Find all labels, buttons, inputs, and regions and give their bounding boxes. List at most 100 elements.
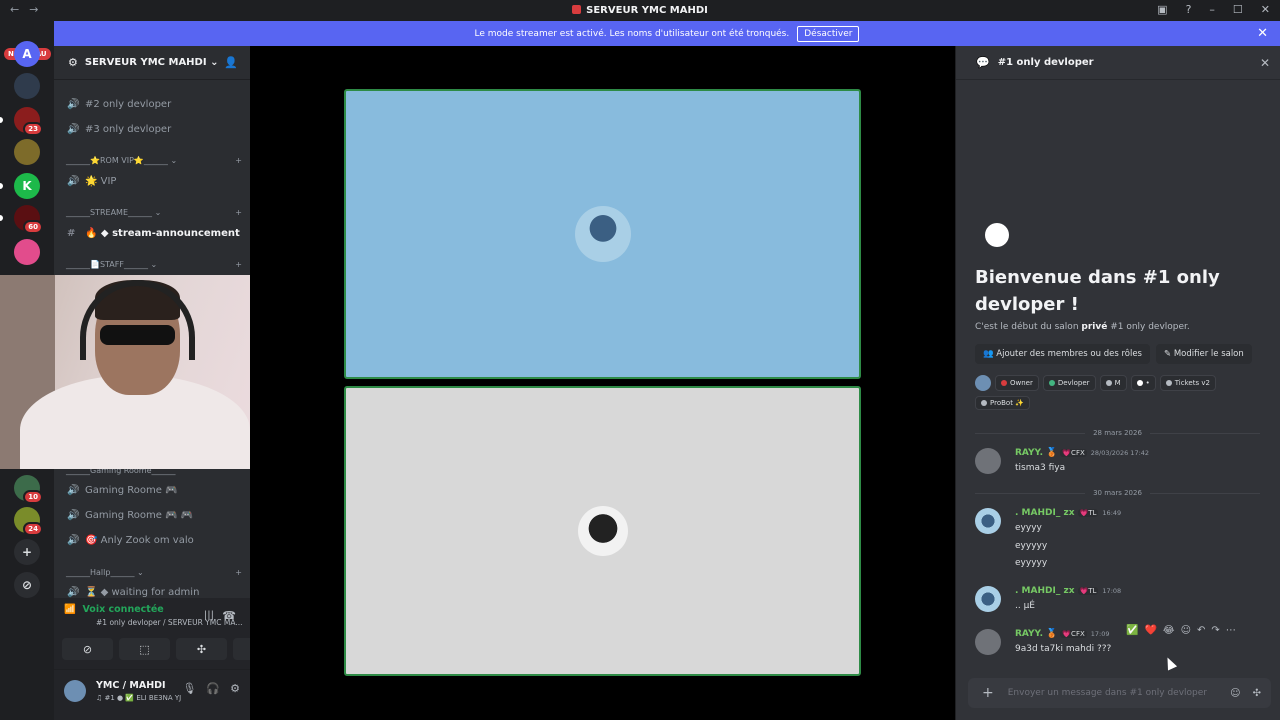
voice-icon: 🔊: [67, 98, 80, 110]
chat-header: 💬 #1 only devloper ✕: [956, 46, 1280, 80]
close-chat-icon[interactable]: ✕: [1260, 56, 1270, 70]
avatar[interactable]: [975, 448, 1001, 474]
channel-item-active[interactable]: # 🔥 ◆ stream-announcement: [62, 222, 242, 244]
settings-gear-icon[interactable]: ⚙: [230, 682, 240, 695]
category-header[interactable]: ______Hallp______ ⌄ +: [66, 568, 242, 577]
role-chip[interactable]: M: [1099, 375, 1127, 391]
forward-icon[interactable]: ↷: [1211, 625, 1219, 636]
role-chip[interactable]: •: [1130, 375, 1156, 391]
channel-label: #2 only devloper: [85, 98, 172, 110]
channel-item[interactable]: 🔊 🎯 Anly Zook om valo: [62, 529, 242, 551]
avatar[interactable]: [975, 629, 1001, 655]
microphone-icon[interactable]: 🎙: [182, 682, 196, 695]
participant-tile[interactable]: [344, 386, 861, 676]
laugh-reaction-icon[interactable]: 😂: [1163, 625, 1175, 636]
help-icon[interactable]: ?: [1186, 3, 1192, 16]
chat-bubble-icon: 💬: [976, 56, 990, 69]
server-icon-4[interactable]: [14, 139, 40, 165]
welcome-sub-bold: privé: [1081, 322, 1108, 332]
screen-share-button[interactable]: ⬚: [119, 638, 170, 660]
invite-icon[interactable]: 👤: [224, 56, 238, 69]
disable-streamer-button[interactable]: Désactiver: [797, 25, 860, 42]
add-channel-icon[interactable]: +: [235, 260, 242, 269]
check-reaction-icon[interactable]: ✅: [1126, 625, 1138, 636]
avatar[interactable]: [975, 508, 1001, 534]
server-icon-9[interactable]: 24: [14, 507, 43, 536]
user-controls: 🎙 🎧 ⚙: [182, 682, 240, 695]
author-name[interactable]: RAYY. 🥉: [1015, 448, 1057, 458]
channel-item[interactable]: 🔊 #3 only devloper: [62, 118, 242, 140]
message-input[interactable]: Envoyer un message dans #1 only devloper: [1008, 688, 1230, 698]
disconnect-icon[interactable]: ☎: [222, 609, 236, 622]
minimize-button[interactable]: –: [1209, 3, 1215, 16]
channel-label: ⏳ ◆ waiting for admin: [85, 586, 200, 598]
role-label: Owner: [1010, 379, 1033, 387]
channel-item[interactable]: 🔊 Gaming Roome 🎮: [62, 479, 242, 501]
add-members-button[interactable]: 👥 Ajouter des membres ou des rôles: [975, 344, 1150, 364]
chevron-down-icon: ⌄: [210, 57, 219, 68]
voice-icon: 🔊: [67, 123, 80, 135]
username[interactable]: YMC / MAHDI: [96, 680, 166, 691]
server-header[interactable]: ⚙ SERVEUR YMC MAHDI ⌄ 👤: [54, 46, 250, 80]
voice-channel-path[interactable]: #1 only devloper / SERVEUR YMC MA...: [96, 618, 242, 627]
add-channel-icon[interactable]: +: [235, 208, 242, 217]
close-icon[interactable]: ✕: [1257, 26, 1268, 41]
avatar[interactable]: [64, 680, 86, 702]
category-header[interactable]: ______⭐ROM VIP⭐______ ⌄ +: [66, 156, 242, 165]
emoji-icon[interactable]: ☺: [1230, 688, 1240, 699]
attach-plus-icon[interactable]: +: [982, 685, 994, 701]
banner-text: Le mode streamer est activé. Les noms d'…: [474, 28, 790, 39]
channel-label: 🌟 VIP: [85, 175, 117, 187]
add-reaction-icon[interactable]: ☺: [1181, 625, 1191, 636]
maximize-button[interactable]: ☐: [1233, 3, 1243, 16]
welcome-title: Bienvenue dans #1 only devloper !: [975, 267, 1220, 315]
reply-icon[interactable]: ↶: [1197, 625, 1205, 636]
server-icon-a[interactable]: A: [14, 41, 40, 67]
headphones-icon[interactable]: 🎧: [206, 682, 220, 695]
camera-off-button[interactable]: ⊘: [62, 638, 113, 660]
server-icon-7[interactable]: [14, 239, 40, 265]
role-chip[interactable]: ProBot ✨: [975, 396, 1030, 410]
server-icon-3[interactable]: 23: [14, 107, 43, 136]
voice-status-text: Voix connectée: [82, 604, 164, 615]
server-icon-8[interactable]: 10: [14, 475, 43, 504]
more-icon[interactable]: ⋯: [1226, 625, 1236, 636]
noise-suppression-icon[interactable]: |||: [204, 610, 214, 621]
role-chip[interactable]: Owner: [995, 375, 1039, 391]
chevron-down-icon: ⌄: [137, 568, 144, 577]
channel-item[interactable]: 🔊 Gaming Roome 🎮 🎮: [62, 504, 242, 526]
author-name[interactable]: . MAHDI_ zx: [1015, 508, 1075, 518]
role-chip[interactable]: Tickets v2: [1159, 375, 1216, 391]
participant-tile[interactable]: [344, 89, 861, 379]
server-icon: [572, 5, 582, 14]
explore-icon[interactable]: ⊘: [14, 572, 40, 598]
edit-channel-button[interactable]: ✎ Modifier le salon: [1156, 344, 1252, 364]
heart-reaction-icon[interactable]: ❤️: [1144, 625, 1156, 636]
avatar[interactable]: [975, 586, 1001, 612]
close-window-button[interactable]: ✕: [1261, 3, 1270, 16]
activities-button[interactable]: ✣: [176, 638, 227, 660]
avatar[interactable]: [975, 375, 991, 391]
category-header[interactable]: ______📄STAFF______ ⌄ +: [66, 260, 242, 269]
server-icon-6[interactable]: 60: [14, 205, 43, 234]
category-header[interactable]: ______STREAME______ ⌄ +: [66, 208, 242, 217]
mention-badge: 23: [23, 122, 43, 136]
unread-pill: [0, 215, 3, 221]
category-label: ______⭐ROM VIP⭐______: [66, 156, 168, 165]
channel-item[interactable]: 🔊 #2 only devloper: [62, 93, 242, 115]
channel-item[interactable]: 🔊 🌟 VIP: [62, 170, 242, 192]
author-name[interactable]: RAYY. 🥉: [1015, 629, 1057, 639]
add-channel-icon[interactable]: +: [235, 156, 242, 165]
add-server-icon[interactable]: +: [14, 539, 40, 565]
role-color-dot: [1105, 380, 1112, 386]
server-icon-2[interactable]: [14, 73, 40, 99]
server-tag: 💗TL: [1077, 509, 1099, 517]
apps-icon[interactable]: ✣: [1253, 688, 1261, 699]
role-chip[interactable]: Devloper: [1042, 375, 1096, 391]
timestamp: 17:09: [1090, 630, 1110, 638]
add-channel-icon[interactable]: +: [235, 568, 242, 577]
voice-icon: 🔊: [67, 534, 80, 546]
inbox-icon[interactable]: ▣: [1157, 3, 1167, 16]
author-name[interactable]: . MAHDI_ zx: [1015, 586, 1075, 596]
server-icon-k[interactable]: K: [14, 173, 40, 199]
